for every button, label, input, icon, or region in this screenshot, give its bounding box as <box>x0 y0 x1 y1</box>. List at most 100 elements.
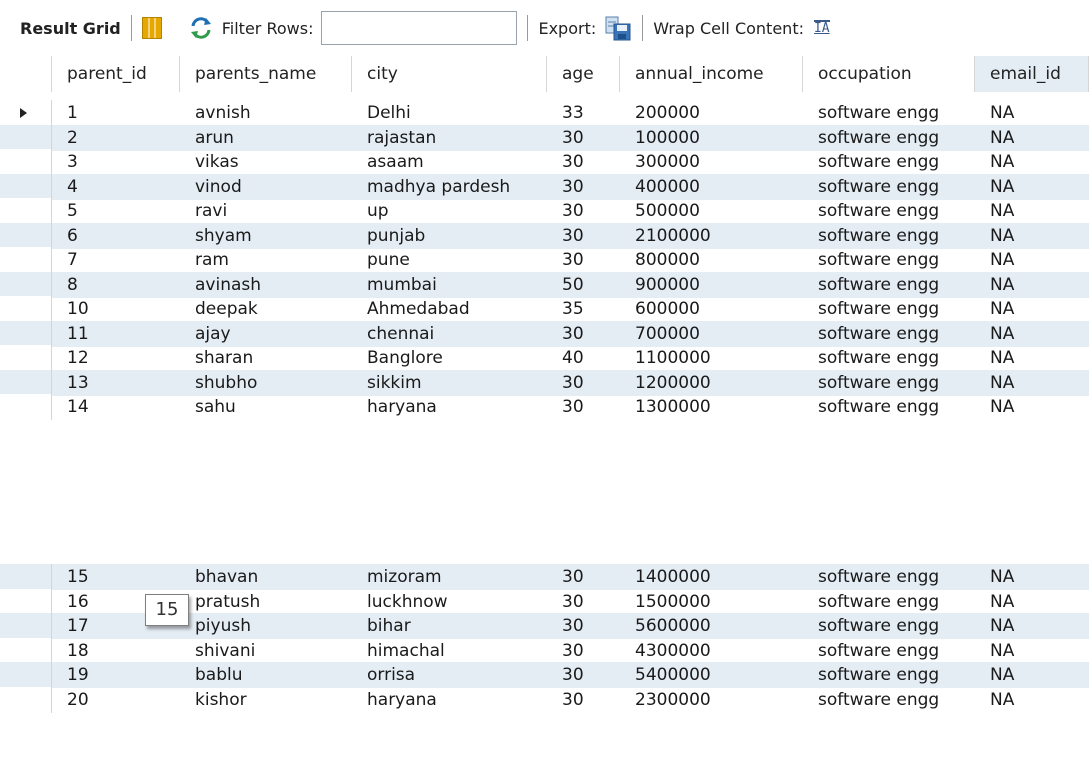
cell-email-id[interactable]: NA <box>975 149 1089 175</box>
cell-city[interactable]: madhya pardesh <box>352 174 547 200</box>
table-row[interactable]: 20 kishor haryana 30 2300000 software engg NA <box>0 686 1089 713</box>
cell-parent-id[interactable]: 19 <box>52 662 180 688</box>
cell-parent-id[interactable]: 11 <box>52 321 180 347</box>
table-row[interactable]: 11 ajay chennai 30 700000 software engg NA <box>0 320 1089 347</box>
cell-parents-name[interactable]: ram <box>180 247 352 273</box>
cell-occupation[interactable]: software engg <box>803 613 975 639</box>
cell-email-id[interactable]: NA <box>975 662 1089 688</box>
cell-city[interactable]: mizoram <box>352 564 547 590</box>
table-row[interactable]: 13 shubho sikkim 30 1200000 software engg NA <box>0 369 1089 396</box>
cell-age[interactable]: 30 <box>547 149 620 175</box>
cell-annual-income[interactable]: 5600000 <box>620 613 803 639</box>
row-header[interactable] <box>0 149 52 175</box>
cell-occupation[interactable]: software engg <box>803 125 975 151</box>
column-header-email-id[interactable]: email_id <box>975 56 1089 92</box>
cell-city[interactable]: Banglore <box>352 345 547 371</box>
row-header[interactable] <box>0 686 52 713</box>
cell-city[interactable]: up <box>352 198 547 224</box>
table-row[interactable]: 4 vinod madhya pardesh 30 400000 software eng… <box>0 173 1089 200</box>
row-header[interactable] <box>0 198 52 224</box>
cell-city[interactable]: rajastan <box>352 125 547 151</box>
cell-occupation[interactable]: software engg <box>803 638 975 664</box>
cell-parent-id[interactable]: 13 <box>52 370 180 396</box>
cell-occupation[interactable]: software engg <box>803 174 975 200</box>
cell-age[interactable]: 30 <box>547 174 620 200</box>
cell-occupation[interactable]: software engg <box>803 198 975 224</box>
cell-parent-id[interactable]: 18 <box>52 638 180 664</box>
table-row[interactable]: 19 bablu orrisa 30 5400000 software engg NA <box>0 662 1089 688</box>
cell-parent-id[interactable]: 15 <box>52 564 180 590</box>
cell-parent-id[interactable]: 7 <box>52 247 180 273</box>
cell-parents-name[interactable]: bablu <box>180 662 352 688</box>
cell-occupation[interactable]: software engg <box>803 247 975 273</box>
cell-parents-name[interactable]: sharan <box>180 345 352 371</box>
cell-email-id[interactable]: NA <box>975 198 1089 224</box>
cell-parent-id[interactable]: 14 <box>52 394 180 420</box>
cell-annual-income[interactable]: 1500000 <box>620 589 803 615</box>
cell-annual-income[interactable]: 1200000 <box>620 370 803 396</box>
cell-email-id[interactable]: NA <box>975 247 1089 273</box>
cell-age[interactable]: 30 <box>547 589 620 615</box>
cell-parent-id[interactable]: 1 <box>52 100 180 126</box>
table-row[interactable]: 14 sahu haryana 30 1300000 software engg NA <box>0 394 1089 420</box>
cell-age[interactable]: 50 <box>547 272 620 298</box>
cell-age[interactable]: 30 <box>547 198 620 224</box>
cell-age[interactable]: 30 <box>547 370 620 396</box>
cell-parents-name[interactable]: vinod <box>180 174 352 200</box>
refresh-icon[interactable] <box>188 15 214 41</box>
cell-occupation[interactable]: software engg <box>803 589 975 615</box>
cell-age[interactable]: 30 <box>547 125 620 151</box>
cell-age[interactable]: 30 <box>547 687 620 713</box>
cell-annual-income[interactable]: 2300000 <box>620 687 803 713</box>
cell-email-id[interactable]: NA <box>975 272 1089 298</box>
row-header[interactable] <box>0 345 52 371</box>
cell-email-id[interactable]: NA <box>975 589 1089 615</box>
row-header[interactable] <box>0 222 52 249</box>
cell-occupation[interactable]: software engg <box>803 345 975 371</box>
table-row[interactable]: 1 avnish Delhi 33 200000 software engg NA <box>0 100 1089 126</box>
cell-occupation[interactable]: software engg <box>803 149 975 175</box>
cell-parents-name[interactable]: deepak <box>180 296 352 322</box>
cell-parent-id[interactable]: 4 <box>52 174 180 200</box>
cell-age[interactable]: 40 <box>547 345 620 371</box>
cell-city[interactable]: punjab <box>352 223 547 249</box>
cell-annual-income[interactable]: 2100000 <box>620 223 803 249</box>
cell-annual-income[interactable]: 1100000 <box>620 345 803 371</box>
cell-city[interactable]: haryana <box>352 394 547 420</box>
cell-parents-name[interactable]: shubho <box>180 370 352 396</box>
column-header-annual-income[interactable]: annual_income <box>620 56 803 92</box>
cell-annual-income[interactable]: 4300000 <box>620 638 803 664</box>
wrap-cell-content-icon[interactable]: IA <box>813 20 830 36</box>
cell-email-id[interactable]: NA <box>975 564 1089 590</box>
cell-annual-income[interactable]: 1400000 <box>620 564 803 590</box>
cell-city[interactable]: luckhnow <box>352 589 547 615</box>
row-header[interactable] <box>0 296 52 322</box>
filter-rows-input[interactable] <box>321 11 518 45</box>
row-header[interactable] <box>0 588 52 615</box>
cell-occupation[interactable]: software engg <box>803 100 975 126</box>
cell-parents-name[interactable]: bhavan <box>180 564 352 590</box>
cell-annual-income[interactable]: 900000 <box>620 272 803 298</box>
cell-parent-id[interactable]: 3 <box>52 149 180 175</box>
cell-email-id[interactable]: NA <box>975 613 1089 639</box>
row-header[interactable] <box>0 271 52 298</box>
cell-city[interactable]: pune <box>352 247 547 273</box>
cell-parent-id[interactable]: 6 <box>52 223 180 249</box>
cell-parents-name[interactable]: shivani <box>180 638 352 664</box>
cell-age[interactable]: 30 <box>547 662 620 688</box>
cell-occupation[interactable]: software engg <box>803 687 975 713</box>
cell-city[interactable]: bihar <box>352 613 547 639</box>
cell-annual-income[interactable]: 5400000 <box>620 662 803 688</box>
table-row[interactable]: 3 vikas asaam 30 300000 software engg NA <box>0 149 1089 175</box>
column-header-parents-name[interactable]: parents_name <box>180 56 352 92</box>
cell-age[interactable]: 30 <box>547 613 620 639</box>
cell-parent-id[interactable]: 20 <box>52 687 180 713</box>
cell-annual-income[interactable]: 400000 <box>620 174 803 200</box>
cell-city[interactable]: Delhi <box>352 100 547 126</box>
cell-annual-income[interactable]: 1300000 <box>620 394 803 420</box>
table-row[interactable]: 12 sharan Banglore 40 1100000 software engg NA <box>0 345 1089 371</box>
row-header[interactable] <box>0 613 52 639</box>
cell-parents-name[interactable]: avnish <box>180 100 352 126</box>
table-row[interactable]: 10 deepak Ahmedabad 35 600000 software engg NA <box>0 296 1089 322</box>
cell-city[interactable]: orrisa <box>352 662 547 688</box>
